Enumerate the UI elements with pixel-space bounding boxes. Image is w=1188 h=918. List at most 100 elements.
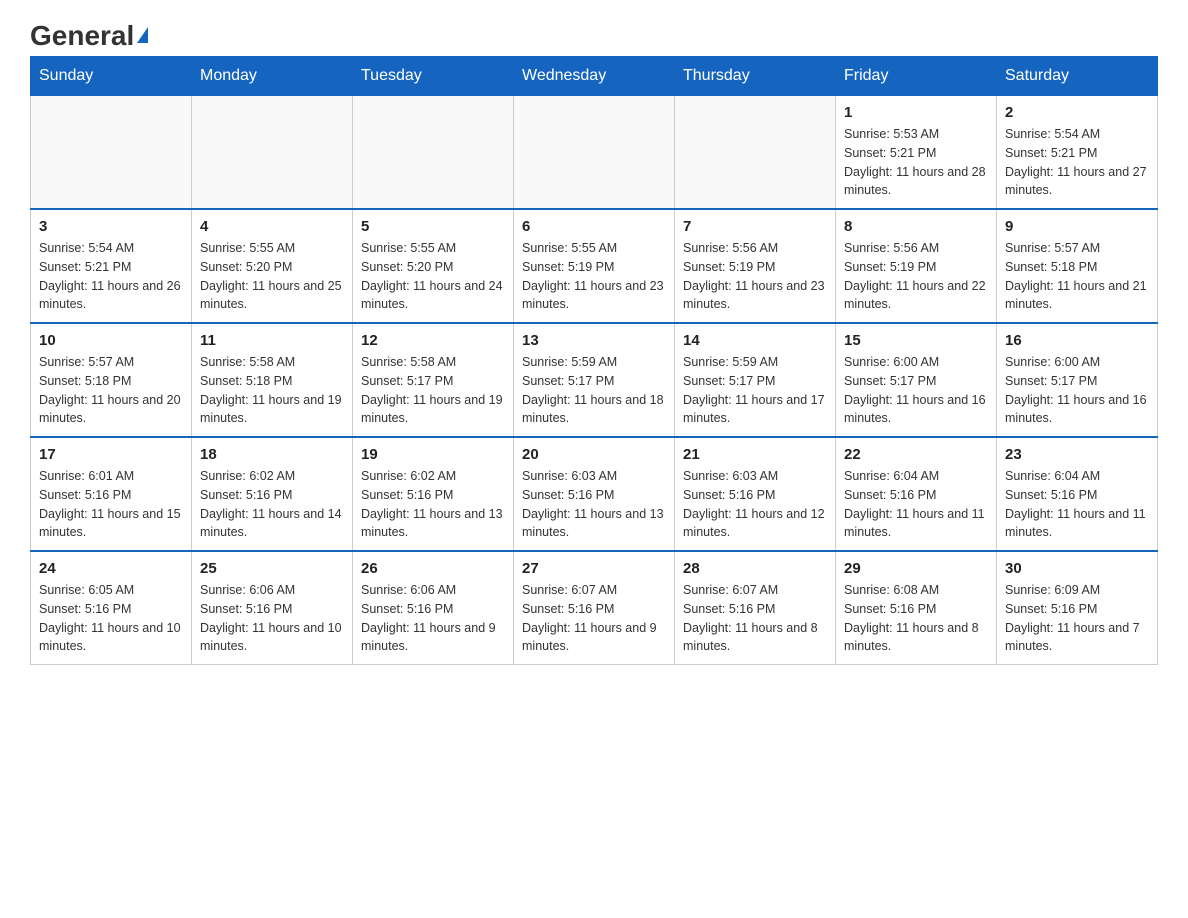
day-number: 24 [39, 560, 183, 577]
day-info: Sunrise: 6:08 AM Sunset: 5:16 PM Dayligh… [844, 581, 988, 656]
day-info: Sunrise: 6:02 AM Sunset: 5:16 PM Dayligh… [200, 467, 344, 542]
day-number: 28 [683, 560, 827, 577]
calendar-cell: 1 Sunrise: 5:53 AM Sunset: 5:21 PM Daylig… [836, 96, 997, 210]
calendar-cell: 30 Sunrise: 6:09 AM Sunset: 5:16 PM Dayli… [997, 551, 1158, 665]
calendar-week-row: 10 Sunrise: 5:57 AM Sunset: 5:18 PM Dayli… [31, 323, 1158, 437]
calendar-cell: 24 Sunrise: 6:05 AM Sunset: 5:16 PM Dayli… [31, 551, 192, 665]
calendar-cell [192, 96, 353, 210]
calendar-cell: 26 Sunrise: 6:06 AM Sunset: 5:16 PM Dayli… [353, 551, 514, 665]
day-number: 19 [361, 446, 505, 463]
day-number: 5 [361, 218, 505, 235]
day-info: Sunrise: 6:01 AM Sunset: 5:16 PM Dayligh… [39, 467, 183, 542]
calendar-cell: 27 Sunrise: 6:07 AM Sunset: 5:16 PM Dayli… [514, 551, 675, 665]
calendar-cell: 29 Sunrise: 6:08 AM Sunset: 5:16 PM Dayli… [836, 551, 997, 665]
calendar-cell: 18 Sunrise: 6:02 AM Sunset: 5:16 PM Dayli… [192, 437, 353, 551]
day-number: 30 [1005, 560, 1149, 577]
logo-general-text: General [30, 20, 134, 52]
day-number: 22 [844, 446, 988, 463]
day-info: Sunrise: 5:58 AM Sunset: 5:18 PM Dayligh… [200, 353, 344, 428]
day-number: 26 [361, 560, 505, 577]
calendar-cell: 2 Sunrise: 5:54 AM Sunset: 5:21 PM Daylig… [997, 96, 1158, 210]
calendar-cell: 10 Sunrise: 5:57 AM Sunset: 5:18 PM Dayli… [31, 323, 192, 437]
day-info: Sunrise: 5:56 AM Sunset: 5:19 PM Dayligh… [683, 239, 827, 314]
calendar-week-row: 24 Sunrise: 6:05 AM Sunset: 5:16 PM Dayli… [31, 551, 1158, 665]
calendar-cell: 13Sunrise: 5:59 AM Sunset: 5:17 PM Dayli… [514, 323, 675, 437]
day-info: Sunrise: 5:54 AM Sunset: 5:21 PM Dayligh… [39, 239, 183, 314]
calendar-week-row: 1 Sunrise: 5:53 AM Sunset: 5:21 PM Daylig… [31, 96, 1158, 210]
calendar-cell: 20 Sunrise: 6:03 AM Sunset: 5:16 PM Dayli… [514, 437, 675, 551]
day-number: 15 [844, 332, 988, 349]
calendar-cell [31, 96, 192, 210]
day-info: Sunrise: 6:04 AM Sunset: 5:16 PM Dayligh… [1005, 467, 1149, 542]
day-number: 7 [683, 218, 827, 235]
day-info: Sunrise: 6:03 AM Sunset: 5:16 PM Dayligh… [522, 467, 666, 542]
day-number: 9 [1005, 218, 1149, 235]
day-info: Sunrise: 5:55 AM Sunset: 5:20 PM Dayligh… [361, 239, 505, 314]
weekday-header-monday: Monday [192, 57, 353, 96]
day-info: Sunrise: 6:05 AM Sunset: 5:16 PM Dayligh… [39, 581, 183, 656]
day-info: Sunrise: 5:55 AM Sunset: 5:19 PM Dayligh… [522, 239, 666, 314]
day-number: 20 [522, 446, 666, 463]
day-number: 17 [39, 446, 183, 463]
day-number: 8 [844, 218, 988, 235]
calendar-cell: 7 Sunrise: 5:56 AM Sunset: 5:19 PM Daylig… [675, 209, 836, 323]
day-number: 18 [200, 446, 344, 463]
calendar-cell: 3 Sunrise: 5:54 AM Sunset: 5:21 PM Daylig… [31, 209, 192, 323]
day-info: Sunrise: 5:57 AM Sunset: 5:18 PM Dayligh… [39, 353, 183, 428]
day-info: Sunrise: 5:54 AM Sunset: 5:21 PM Dayligh… [1005, 125, 1149, 200]
day-info: Sunrise: 6:07 AM Sunset: 5:16 PM Dayligh… [522, 581, 666, 656]
calendar-cell [353, 96, 514, 210]
day-number: 14 [683, 332, 827, 349]
day-number: 2 [1005, 104, 1149, 121]
day-info: Sunrise: 5:59 AM Sunset: 5:17 PM Dayligh… [683, 353, 827, 428]
day-number: 27 [522, 560, 666, 577]
calendar-cell: 6Sunrise: 5:55 AM Sunset: 5:19 PM Daylig… [514, 209, 675, 323]
day-number: 23 [1005, 446, 1149, 463]
calendar-cell: 12 Sunrise: 5:58 AM Sunset: 5:17 PM Dayli… [353, 323, 514, 437]
calendar-cell [675, 96, 836, 210]
calendar-cell: 16 Sunrise: 6:00 AM Sunset: 5:17 PM Dayli… [997, 323, 1158, 437]
calendar-cell: 22Sunrise: 6:04 AM Sunset: 5:16 PM Dayli… [836, 437, 997, 551]
day-number: 10 [39, 332, 183, 349]
day-info: Sunrise: 5:55 AM Sunset: 5:20 PM Dayligh… [200, 239, 344, 314]
weekday-header-friday: Friday [836, 57, 997, 96]
day-number: 4 [200, 218, 344, 235]
logo: General [30, 20, 148, 46]
day-info: Sunrise: 6:00 AM Sunset: 5:17 PM Dayligh… [1005, 353, 1149, 428]
day-number: 29 [844, 560, 988, 577]
calendar-cell: 14 Sunrise: 5:59 AM Sunset: 5:17 PM Dayli… [675, 323, 836, 437]
day-info: Sunrise: 6:09 AM Sunset: 5:16 PM Dayligh… [1005, 581, 1149, 656]
day-number: 1 [844, 104, 988, 121]
calendar-cell: 4 Sunrise: 5:55 AM Sunset: 5:20 PM Daylig… [192, 209, 353, 323]
day-info: Sunrise: 5:56 AM Sunset: 5:19 PM Dayligh… [844, 239, 988, 314]
day-number: 16 [1005, 332, 1149, 349]
calendar-cell: 15 Sunrise: 6:00 AM Sunset: 5:17 PM Dayli… [836, 323, 997, 437]
day-info: Sunrise: 5:53 AM Sunset: 5:21 PM Dayligh… [844, 125, 988, 200]
weekday-header-tuesday: Tuesday [353, 57, 514, 96]
day-info: Sunrise: 6:06 AM Sunset: 5:16 PM Dayligh… [361, 581, 505, 656]
calendar-cell: 25Sunrise: 6:06 AM Sunset: 5:16 PM Dayli… [192, 551, 353, 665]
day-info: Sunrise: 6:07 AM Sunset: 5:16 PM Dayligh… [683, 581, 827, 656]
day-info: Sunrise: 5:58 AM Sunset: 5:17 PM Dayligh… [361, 353, 505, 428]
day-info: Sunrise: 6:02 AM Sunset: 5:16 PM Dayligh… [361, 467, 505, 542]
weekday-header-sunday: Sunday [31, 57, 192, 96]
calendar-cell: 19 Sunrise: 6:02 AM Sunset: 5:16 PM Dayli… [353, 437, 514, 551]
calendar-cell: 11 Sunrise: 5:58 AM Sunset: 5:18 PM Dayli… [192, 323, 353, 437]
day-info: Sunrise: 5:57 AM Sunset: 5:18 PM Dayligh… [1005, 239, 1149, 314]
weekday-header-wednesday: Wednesday [514, 57, 675, 96]
day-number: 11 [200, 332, 344, 349]
calendar-cell: 23 Sunrise: 6:04 AM Sunset: 5:16 PM Dayli… [997, 437, 1158, 551]
page-header: General [30, 20, 1158, 46]
day-info: Sunrise: 6:03 AM Sunset: 5:16 PM Dayligh… [683, 467, 827, 542]
day-info: Sunrise: 5:59 AM Sunset: 5:17 PM Dayligh… [522, 353, 666, 428]
calendar-cell: 9 Sunrise: 5:57 AM Sunset: 5:18 PM Daylig… [997, 209, 1158, 323]
day-number: 25 [200, 560, 344, 577]
logo-triangle-icon [137, 27, 148, 43]
calendar-cell: 28 Sunrise: 6:07 AM Sunset: 5:16 PM Dayli… [675, 551, 836, 665]
day-number: 3 [39, 218, 183, 235]
calendar-cell: 5 Sunrise: 5:55 AM Sunset: 5:20 PM Daylig… [353, 209, 514, 323]
day-number: 12 [361, 332, 505, 349]
calendar-cell: 8 Sunrise: 5:56 AM Sunset: 5:19 PM Daylig… [836, 209, 997, 323]
day-info: Sunrise: 6:00 AM Sunset: 5:17 PM Dayligh… [844, 353, 988, 428]
calendar-week-row: 17 Sunrise: 6:01 AM Sunset: 5:16 PM Dayli… [31, 437, 1158, 551]
